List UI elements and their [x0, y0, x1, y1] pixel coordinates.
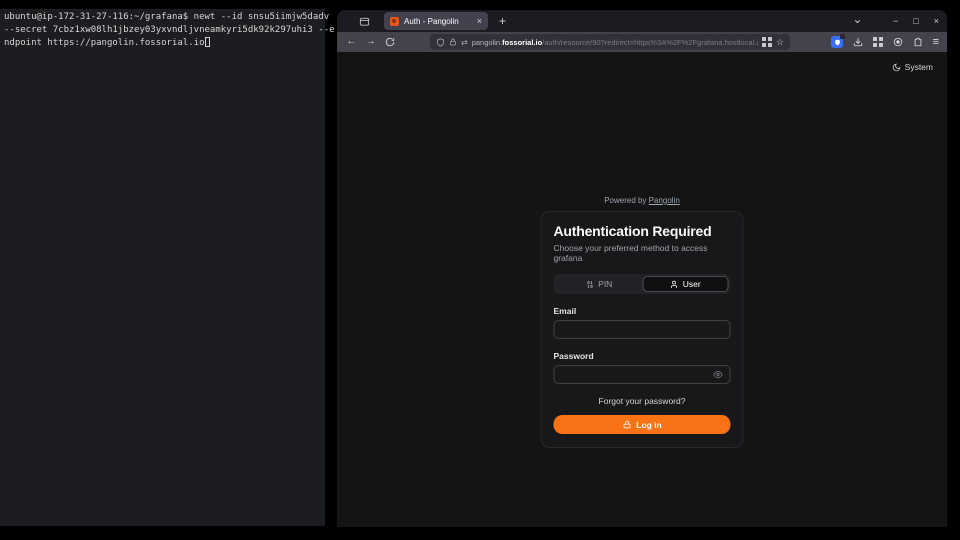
adblock-extension-icon[interactable] — [893, 37, 903, 47]
powered-by-text: Powered by — [604, 196, 646, 205]
user-icon — [670, 280, 679, 289]
minimize-button[interactable]: − — [893, 16, 898, 26]
swap-redirect-icon[interactable]: ⇄ — [461, 38, 468, 47]
terminal-line: --secret 7cbz1xw08lh1jbzey03yxvndljvneam… — [4, 24, 325, 37]
auth-card: Authentication Required Choose your pref… — [541, 211, 744, 448]
page-actions-grid-icon[interactable] — [762, 37, 772, 47]
tab-title: Auth - Pangolin — [404, 17, 472, 26]
theme-toggle[interactable]: System — [892, 62, 933, 72]
moon-icon — [892, 63, 901, 72]
pangolin-link[interactable]: Pangolin — [649, 196, 680, 205]
browser-window: Auth - Pangolin × + − □ × ← → — [337, 10, 947, 527]
tab-pin[interactable]: PIN — [556, 276, 643, 292]
card-title: Authentication Required — [554, 223, 731, 239]
tab-pin-label: PIN — [598, 279, 612, 289]
login-button[interactable]: Log in — [554, 415, 731, 434]
browser-toolbar: ← → ⇄ pangolin.fossorial.io/auth/resourc… — [337, 32, 947, 52]
password-input[interactable] — [562, 370, 714, 380]
toolbar-extensions: ≡ — [831, 36, 939, 48]
pangolin-favicon-icon — [390, 17, 399, 26]
tab-user[interactable]: User — [642, 276, 729, 292]
menu-icon[interactable]: ≡ — [933, 37, 939, 48]
containers-extension-icon[interactable] — [873, 37, 883, 47]
url-path: /auth/resource/90?redirect=https%3A%2F%2… — [542, 38, 758, 47]
window-controls: − □ × — [853, 10, 939, 32]
forgot-password-link[interactable]: Forgot your password? — [554, 396, 731, 406]
terminal-line-text: ndpoint https://pangolin.fossorial.io — [4, 38, 204, 48]
show-password-eye-icon[interactable] — [714, 370, 723, 379]
desktop: ubuntu@ip-172-31-27-116:~/grafana$ newt … — [0, 0, 960, 540]
https-lock-icon[interactable] — [449, 38, 457, 46]
browser-tab[interactable]: Auth - Pangolin × — [384, 12, 488, 30]
terminal-line: ndpoint https://pangolin.fossorial.io — [4, 37, 325, 50]
firefox-view-icon[interactable] — [359, 16, 370, 27]
url-bar[interactable]: ⇄ pangolin.fossorial.io/auth/resource/90… — [430, 34, 790, 50]
tracking-shield-icon[interactable] — [436, 38, 445, 47]
auth-page: System Powered by Pangolin Authenticatio… — [337, 52, 947, 527]
terminal-window[interactable]: ubuntu@ip-172-31-27-116:~/grafana$ newt … — [0, 9, 325, 526]
extensions-puzzle-icon[interactable] — [913, 37, 923, 47]
lock-icon — [622, 420, 631, 429]
auth-method-tabs: PIN User — [554, 274, 731, 294]
powered-by: Powered by Pangolin — [337, 196, 947, 205]
terminal-cursor — [205, 37, 210, 47]
tab-list-chevron-icon[interactable] — [853, 17, 862, 26]
email-field-wrap — [554, 320, 731, 339]
terminal-line: ubuntu@ip-172-31-27-116:~/grafana$ newt … — [4, 11, 325, 24]
theme-label: System — [905, 62, 933, 72]
url-subdomain: pangolin. — [472, 38, 502, 47]
back-button[interactable]: ← — [345, 37, 358, 47]
tab-close-icon[interactable]: × — [477, 16, 482, 26]
url-text: pangolin.fossorial.io/auth/resource/90?r… — [472, 38, 759, 47]
email-input[interactable] — [562, 325, 723, 335]
bookmark-star-icon[interactable]: ☆ — [776, 37, 784, 48]
tab-user-label: User — [683, 279, 701, 289]
keypad-icon — [585, 280, 594, 289]
password-manager-extension-icon[interactable] — [831, 36, 843, 48]
browser-tab-bar: Auth - Pangolin × + − □ × — [337, 10, 947, 32]
extension-badge — [840, 34, 845, 39]
close-window-button[interactable]: × — [934, 16, 939, 26]
email-label: Email — [554, 306, 731, 316]
login-button-label: Log in — [636, 420, 662, 430]
downloads-icon[interactable] — [853, 37, 863, 47]
new-tab-button[interactable]: + — [499, 14, 506, 28]
reload-button[interactable] — [383, 37, 396, 47]
url-domain: fossorial.io — [502, 38, 542, 47]
forward-button[interactable]: → — [364, 37, 377, 47]
card-subtitle: Choose your preferred method to access g… — [554, 243, 731, 263]
password-field-wrap — [554, 365, 731, 384]
maximize-button[interactable]: □ — [913, 16, 918, 26]
password-label: Password — [554, 351, 731, 361]
